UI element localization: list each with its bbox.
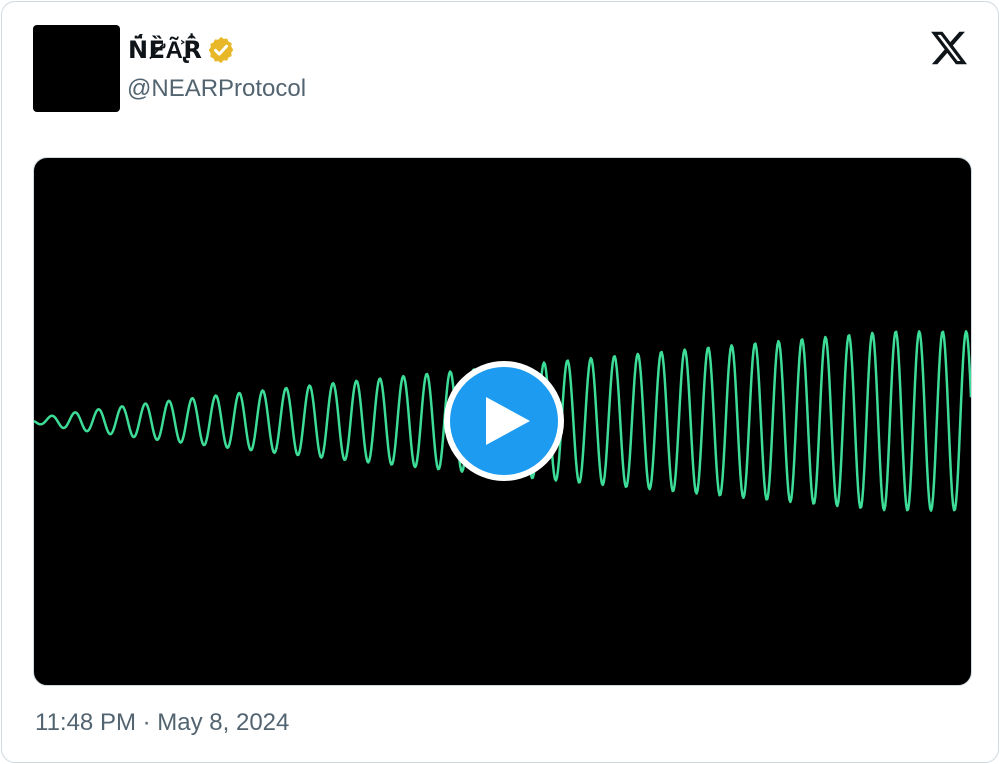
play-button[interactable] xyxy=(444,361,564,481)
author-handle[interactable]: @NEARProtocol xyxy=(127,75,306,103)
play-icon xyxy=(486,397,530,445)
play-button-inner xyxy=(450,367,558,475)
avatar[interactable] xyxy=(33,25,120,112)
verified-badge-icon xyxy=(209,36,234,64)
tweet-embed-card: N̈́Ȅ̷̛Ã̢͐R̂̍ @NEARProtocol 11:48 PM · Ma… xyxy=(1,1,999,763)
author-name-row: N̈́Ȅ̷̛Ã̢͐R̂̍ xyxy=(128,30,236,70)
tweet-time: 11:48 PM xyxy=(35,709,136,736)
timestamp-separator: · xyxy=(142,709,151,736)
x-logo-icon[interactable] xyxy=(928,28,970,68)
tweet-timestamp[interactable]: 11:48 PM · May 8, 2024 xyxy=(35,709,289,737)
video-player[interactable] xyxy=(33,157,972,686)
tweet-date: May 8, 2024 xyxy=(157,709,290,736)
display-name[interactable]: N̈́Ȅ̷̛Ã̢͐R̂̍ xyxy=(128,36,202,65)
